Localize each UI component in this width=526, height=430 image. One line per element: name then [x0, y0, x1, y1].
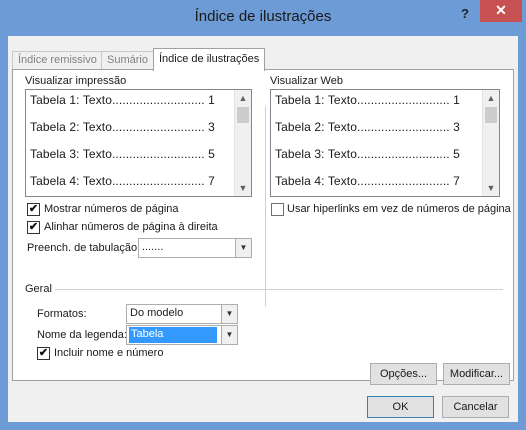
chevron-down-icon[interactable]: ▼	[235, 239, 251, 257]
tab-leader-select[interactable]: ....... ▼	[138, 238, 252, 258]
print-preview-scrollbar[interactable]: ▲ ▼	[234, 90, 251, 196]
tab-sumario[interactable]: Sumário	[101, 51, 154, 70]
tab-indice-remissivo[interactable]: Índice remissivo	[12, 51, 103, 70]
right-align-checkbox[interactable]: ✔	[27, 221, 40, 234]
use-hyperlinks-label[interactable]: Usar hiperlinks em vez de números de pág…	[287, 203, 511, 215]
use-hyperlinks-checkbox[interactable]	[271, 203, 284, 216]
title-bar[interactable]: Índice de ilustrações ? ✕	[0, 0, 526, 36]
scroll-down-icon[interactable]: ▼	[235, 180, 251, 196]
tab-indice-ilustracoes[interactable]: Índice de ilustrações	[153, 48, 266, 71]
print-preview-row: Tabela 4: Texto.........................…	[30, 174, 215, 188]
include-label-label[interactable]: Incluir nome e número	[54, 347, 163, 359]
web-preview-row[interactable]: Tabela 2: Texto.........................…	[275, 120, 460, 134]
chevron-down-icon[interactable]: ▼	[221, 326, 237, 344]
options-button[interactable]: Opções...	[370, 363, 437, 385]
web-preview-row[interactable]: Tabela 1: Texto.........................…	[275, 93, 460, 107]
print-preview-row: Tabela 1: Texto.........................…	[30, 93, 215, 107]
chevron-down-icon[interactable]: ▼	[221, 305, 237, 323]
caption-label-value: Tabela	[129, 327, 217, 343]
scroll-down-icon[interactable]: ▼	[483, 180, 499, 196]
ok-button[interactable]: OK	[367, 396, 434, 418]
scroll-up-icon[interactable]: ▲	[483, 90, 499, 106]
print-preview-box[interactable]: Tabela 1: Texto.........................…	[25, 89, 252, 197]
web-preview-row[interactable]: Tabela 4: Texto.........................…	[275, 174, 460, 188]
print-preview-row: Tabela 2: Texto.........................…	[30, 120, 215, 134]
show-page-numbers-checkbox[interactable]: ✔	[27, 203, 40, 216]
web-preview-scrollbar[interactable]: ▲ ▼	[482, 90, 499, 196]
dialog-body: Índice remissivo Sumário Índice de ilust…	[8, 36, 518, 422]
caption-label-label: Nome da legenda:	[37, 329, 127, 341]
formats-select[interactable]: Do modelo ▼	[126, 304, 238, 324]
web-preview-row[interactable]: Tabela 3: Texto.........................…	[275, 147, 460, 161]
web-preview-box[interactable]: Tabela 1: Texto.........................…	[270, 89, 500, 197]
tab-panel: Visualizar impressão Tabela 1: Texto....…	[12, 69, 514, 385]
caption-label-select[interactable]: Tabela ▼	[126, 325, 238, 345]
scroll-up-icon[interactable]: ▲	[235, 90, 251, 106]
show-page-numbers-label[interactable]: Mostrar números de página	[44, 203, 179, 215]
general-divider	[55, 289, 503, 290]
formats-value: Do modelo	[130, 307, 184, 319]
close-icon[interactable]: ✕	[480, 0, 522, 22]
dialog-window: Índice de ilustrações ? ✕ Índice remissi…	[0, 0, 526, 430]
web-preview-label: Visualizar Web	[270, 75, 343, 87]
general-heading: Geral	[25, 283, 52, 295]
dialog-title: Índice de ilustrações	[194, 8, 332, 25]
print-preview-label: Visualizar impressão	[25, 75, 127, 87]
scroll-thumb[interactable]	[237, 107, 249, 123]
cancel-button[interactable]: Cancelar	[442, 396, 509, 418]
help-icon[interactable]: ?	[455, 4, 475, 24]
print-preview-row: Tabela 3: Texto.........................…	[30, 147, 215, 161]
scroll-thumb[interactable]	[485, 107, 497, 123]
column-divider	[265, 106, 266, 306]
tab-leader-value: .......	[142, 241, 164, 253]
modify-button[interactable]: Modificar...	[443, 363, 510, 385]
formats-label: Formatos:	[37, 308, 87, 320]
right-align-label[interactable]: Alinhar números de página à direita	[44, 221, 218, 233]
tab-leader-label: Preench. de tabulação:	[27, 242, 141, 254]
include-label-checkbox[interactable]: ✔	[37, 347, 50, 360]
